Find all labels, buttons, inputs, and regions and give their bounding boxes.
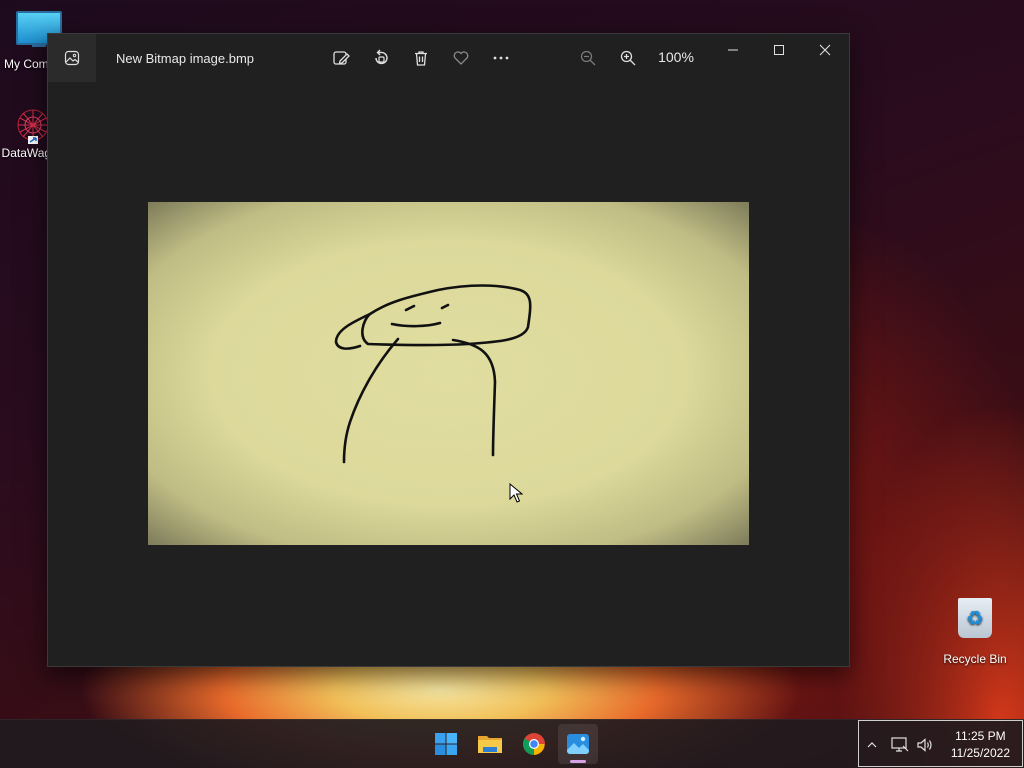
network-button[interactable]	[890, 735, 910, 755]
maximize-icon	[774, 45, 784, 55]
trash-icon	[415, 51, 427, 66]
zoom-in-icon	[620, 50, 636, 66]
more-icon	[493, 56, 509, 60]
show-hidden-icons-button[interactable]	[862, 735, 882, 755]
active-app-indicator	[570, 760, 586, 763]
system-tray: 11:25 PM 11/25/2022	[858, 720, 1023, 767]
photos-taskbar-button[interactable]	[558, 724, 598, 764]
network-icon	[891, 737, 909, 752]
file-name: New Bitmap image.bmp	[116, 51, 254, 66]
chevron-up-icon	[867, 742, 877, 748]
zoom-in-button[interactable]	[616, 46, 640, 70]
taskbar: 11:25 PM 11/25/2022	[0, 719, 1024, 768]
desktop-icon-recycle-bin[interactable]: ♻ Recycle Bin	[940, 598, 1010, 666]
file-explorer-button[interactable]	[470, 724, 510, 764]
close-icon	[819, 44, 831, 56]
clock-date: 11/25/2022	[950, 746, 1010, 760]
rotate-button[interactable]	[369, 46, 393, 70]
volume-button[interactable]	[915, 735, 935, 755]
start-button[interactable]	[426, 724, 466, 764]
windows-start-icon	[435, 733, 457, 755]
maximize-button[interactable]	[756, 34, 802, 66]
speaker-icon	[917, 738, 932, 752]
delete-button[interactable]	[409, 46, 433, 70]
heart-icon	[453, 51, 469, 65]
desktop-icon-label: Recycle Bin	[943, 652, 1007, 666]
minimize-icon	[728, 49, 738, 51]
favorite-button[interactable]	[449, 46, 473, 70]
edit-image-icon	[333, 51, 350, 65]
clock[interactable]: 11:25 PM 11/25/2022	[951, 728, 1010, 762]
photos-app-icon[interactable]	[48, 34, 96, 82]
zoom-out-icon	[580, 50, 596, 66]
photos-window[interactable]: New Bitmap image.bmp 100%	[47, 33, 850, 667]
recycle-bin-icon: ♻	[958, 598, 992, 638]
zoom-out-button[interactable]	[576, 46, 600, 70]
zoom-level[interactable]: 100%	[652, 49, 700, 65]
edit-image-button[interactable]	[329, 46, 353, 70]
rotate-icon	[375, 49, 388, 65]
mouse-cursor	[509, 483, 523, 503]
more-button[interactable]	[489, 46, 513, 70]
folder-icon	[478, 736, 502, 753]
photos-icon	[567, 734, 589, 754]
chrome-button[interactable]	[514, 724, 554, 764]
sketch-drawing	[334, 284, 532, 464]
displayed-image[interactable]	[148, 202, 749, 545]
minimize-button[interactable]	[710, 34, 756, 66]
close-button[interactable]	[802, 34, 848, 66]
chrome-icon	[523, 733, 545, 755]
clock-time: 11:25 PM	[955, 729, 1006, 743]
